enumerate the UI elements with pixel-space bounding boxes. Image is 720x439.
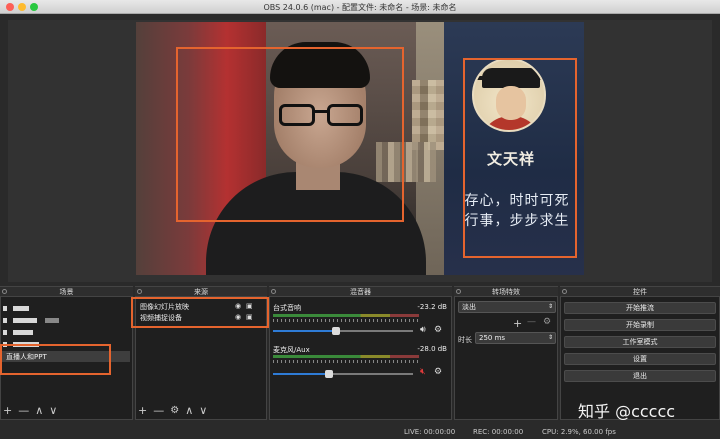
audio-level-meter	[273, 314, 419, 317]
mixer-dock: 台式音响 -23.2 dB 🔊︎ ⚙ 麦克风/Aux -28.0 dB 🔇︎ ⚙	[269, 296, 452, 420]
studio-mode-button[interactable]: 工作室模式	[564, 336, 716, 348]
controls-dock-header: 控件	[560, 286, 720, 296]
move-scene-up-button[interactable]: ∧	[35, 405, 43, 417]
mixer-channel-label: 台式音响	[273, 304, 301, 312]
muted-speaker-icon[interactable]: 🔇︎	[420, 367, 426, 377]
volume-slider-fill	[273, 330, 336, 332]
add-scene-button[interactable]: +	[3, 405, 12, 417]
duration-input[interactable]: 250 ms ⇕	[475, 332, 556, 344]
scene-item[interactable]	[3, 327, 33, 337]
move-source-down-button[interactable]: ∨	[199, 405, 207, 417]
volume-slider[interactable]	[273, 370, 413, 378]
mixer-dock-header: 混音器	[269, 286, 452, 296]
scene-highlight-box	[0, 344, 111, 375]
sources-dock-header: 来源	[135, 286, 267, 296]
audio-level-meter	[273, 355, 419, 358]
cpu-status: CPU: 2.9%, 60.00 fps	[542, 428, 616, 436]
source-settings-gear-icon[interactable]: ⚙	[170, 405, 179, 417]
remove-transition-button[interactable]: —	[527, 317, 536, 327]
transitions-dock-header: 转场特效	[454, 286, 558, 296]
live-status: LIVE: 00:00:00	[404, 428, 456, 436]
scenes-toolbar: + — ∧ ∨	[3, 405, 57, 417]
volume-slider-knob[interactable]	[325, 370, 333, 378]
sources-toolbar: + — ⚙ ∧ ∨	[138, 405, 207, 417]
duration-input-value: 250 ms	[479, 334, 506, 342]
scenes-dock-header: 场景	[0, 286, 133, 296]
start-recording-button[interactable]: 开始录制	[564, 319, 716, 331]
move-scene-down-button[interactable]: ∨	[49, 405, 57, 417]
gear-icon[interactable]: ⚙	[434, 325, 442, 335]
exit-button[interactable]: 退出	[564, 370, 716, 382]
remove-scene-button[interactable]: —	[18, 405, 29, 417]
mixer-channel-db: -28.0 dB	[417, 345, 447, 353]
add-transition-button[interactable]: +	[513, 317, 522, 330]
sources-highlight-box	[131, 297, 269, 328]
volume-slider[interactable]	[273, 327, 413, 335]
window-title: OBS 24.0.6 (mac) - 配置文件: 未命名 - 场景: 未命名	[263, 3, 457, 12]
transition-select[interactable]: 淡出 ⇕	[458, 301, 556, 313]
preview-mosaic-area	[412, 80, 446, 150]
chevron-updown-icon: ⇕	[547, 303, 553, 310]
duration-label: 时长	[458, 336, 472, 344]
scene-item[interactable]	[3, 315, 59, 325]
meter-scale	[273, 360, 419, 363]
window-titlebar: OBS 24.0.6 (mac) - 配置文件: 未命名 - 场景: 未命名	[0, 0, 720, 14]
watermark-text: 知乎 @ccccc	[578, 402, 676, 421]
stepper-icon[interactable]: ⇕	[548, 333, 553, 343]
transition-select-value: 淡出	[462, 303, 476, 311]
slide-highlight-box	[463, 58, 577, 258]
speaker-icon[interactable]: 🔊︎	[420, 325, 426, 335]
volume-slider-fill	[273, 373, 329, 375]
webcam-highlight-box	[176, 47, 404, 222]
mixer-channel-db: -23.2 dB	[417, 303, 447, 311]
start-streaming-button[interactable]: 开始推流	[564, 302, 716, 314]
settings-button[interactable]: 设置	[564, 353, 716, 365]
gear-icon[interactable]: ⚙	[434, 367, 442, 377]
transitions-dock: 淡出 ⇕ + — ⚙ 时长 250 ms ⇕	[454, 296, 558, 420]
mixer-channel-label: 麦克风/Aux	[273, 346, 310, 354]
volume-slider-knob[interactable]	[332, 327, 340, 335]
move-source-up-button[interactable]: ∧	[185, 405, 193, 417]
scene-item[interactable]	[3, 303, 29, 313]
remove-source-button[interactable]: —	[153, 405, 164, 417]
add-source-button[interactable]: +	[138, 405, 147, 417]
meter-scale	[273, 319, 419, 322]
status-bar: LIVE: 00:00:00 REC: 00:00:00 CPU: 2.9%, …	[0, 425, 720, 439]
transition-gear-icon[interactable]: ⚙	[543, 317, 551, 327]
rec-status: REC: 00:00:00	[473, 428, 524, 436]
